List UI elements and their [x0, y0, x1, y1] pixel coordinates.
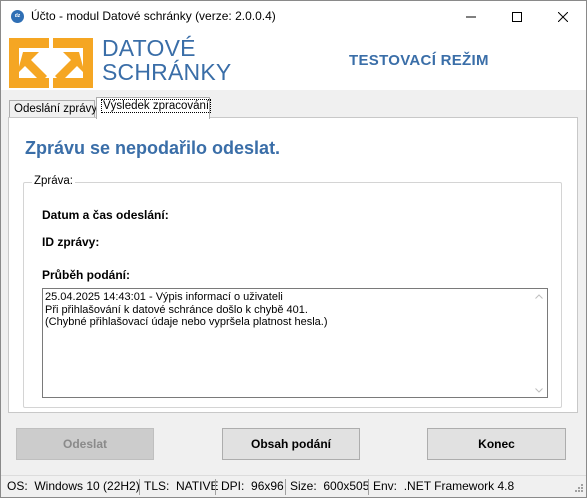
- header-banner: DATOVÉ SCHRÁNKY TESTOVACÍ REŽIM: [1, 32, 586, 90]
- status-size: Size: 600x505: [290, 476, 369, 498]
- scroll-up-button[interactable]: [531, 289, 547, 303]
- app-window: dz Účto - modul Datové schránky (verze: …: [0, 0, 587, 498]
- status-bar: OS: Windows 10 (22H2) TLS: NATIVE DPI: 9…: [1, 475, 586, 497]
- result-heading: Zprávu se nepodařilo odeslat.: [25, 138, 281, 158]
- test-mode-label: TESTOVACÍ REŽIM: [349, 52, 489, 69]
- resize-grip-icon[interactable]: [573, 484, 584, 495]
- status-divider: [139, 479, 140, 495]
- status-tls: TLS: NATIVE: [144, 476, 218, 498]
- status-env: Env: .NET Framework 4.8: [373, 476, 514, 498]
- status-os-label: OS:: [7, 479, 28, 493]
- minimize-button[interactable]: [448, 1, 494, 32]
- minimize-icon: [466, 16, 476, 17]
- close-button[interactable]: [540, 1, 586, 32]
- app-icon: dz: [11, 10, 24, 23]
- status-dpi: DPI: 96x96: [221, 476, 284, 498]
- status-tls-label: TLS:: [144, 479, 170, 493]
- status-size-value: 600x505: [323, 479, 370, 493]
- log-scrollbar[interactable]: [531, 289, 547, 397]
- message-groupbox: Zpráva: Datum a čas odeslání: ID zprávy:…: [23, 175, 562, 408]
- status-divider: [215, 479, 216, 495]
- datove-schranky-logo-icon: [9, 38, 93, 88]
- progress-label: Průběh podání:: [42, 268, 130, 282]
- status-os: OS: Windows 10 (22H2): [7, 476, 140, 498]
- status-dpi-value: 96x96: [251, 479, 284, 493]
- title-bar[interactable]: dz Účto - modul Datové schránky (verze: …: [1, 1, 586, 32]
- end-button[interactable]: Konec: [427, 428, 566, 460]
- chevron-down-icon: [535, 387, 543, 393]
- logo-wordmark: DATOVÉ SCHRÁNKY: [102, 36, 231, 84]
- status-dpi-label: DPI:: [221, 479, 245, 493]
- message-group-label: Zpráva:: [32, 175, 75, 187]
- status-os-value: Windows 10 (22H2): [34, 479, 140, 493]
- status-env-label: Env:: [373, 479, 398, 493]
- close-icon: [558, 11, 568, 22]
- maximize-icon: [512, 11, 522, 22]
- status-divider: [285, 479, 286, 495]
- chevron-up-icon: [535, 293, 543, 299]
- tab-label: Výsledek zpracování: [101, 99, 212, 113]
- message-id-label: ID zprávy:: [42, 235, 100, 249]
- tab-strip: Odeslání zprávy Výsledek zpracování: [1, 90, 586, 119]
- submission-content-button[interactable]: Obsah podání: [222, 428, 360, 460]
- maximize-button[interactable]: [494, 1, 540, 32]
- status-env-value: .NET Framework 4.8: [403, 479, 515, 493]
- logo-line-1: DATOVÉ: [102, 35, 196, 61]
- progress-log-textarea[interactable]: 25.04.2025 14:43:01 - Výpis informací o …: [42, 288, 548, 398]
- progress-log-text: 25.04.2025 14:43:01 - Výpis informací o …: [45, 291, 328, 328]
- tab-vysledek-zpracovani[interactable]: Výsledek zpracování: [96, 97, 212, 119]
- sent-date-label: Datum a čas odeslání:: [42, 208, 169, 222]
- logo-line-2: SCHRÁNKY: [102, 59, 232, 85]
- scroll-down-button[interactable]: [531, 383, 547, 397]
- status-divider: [368, 479, 369, 495]
- status-size-label: Size:: [290, 479, 317, 493]
- status-tls-value: NATIVE: [176, 479, 219, 493]
- result-panel: Zprávu se nepodařilo odeslat. Zpráva: Da…: [8, 117, 578, 413]
- send-button[interactable]: Odeslat: [16, 428, 154, 460]
- window-title: Účto - modul Datové schránky (verze: 2.0…: [31, 9, 276, 23]
